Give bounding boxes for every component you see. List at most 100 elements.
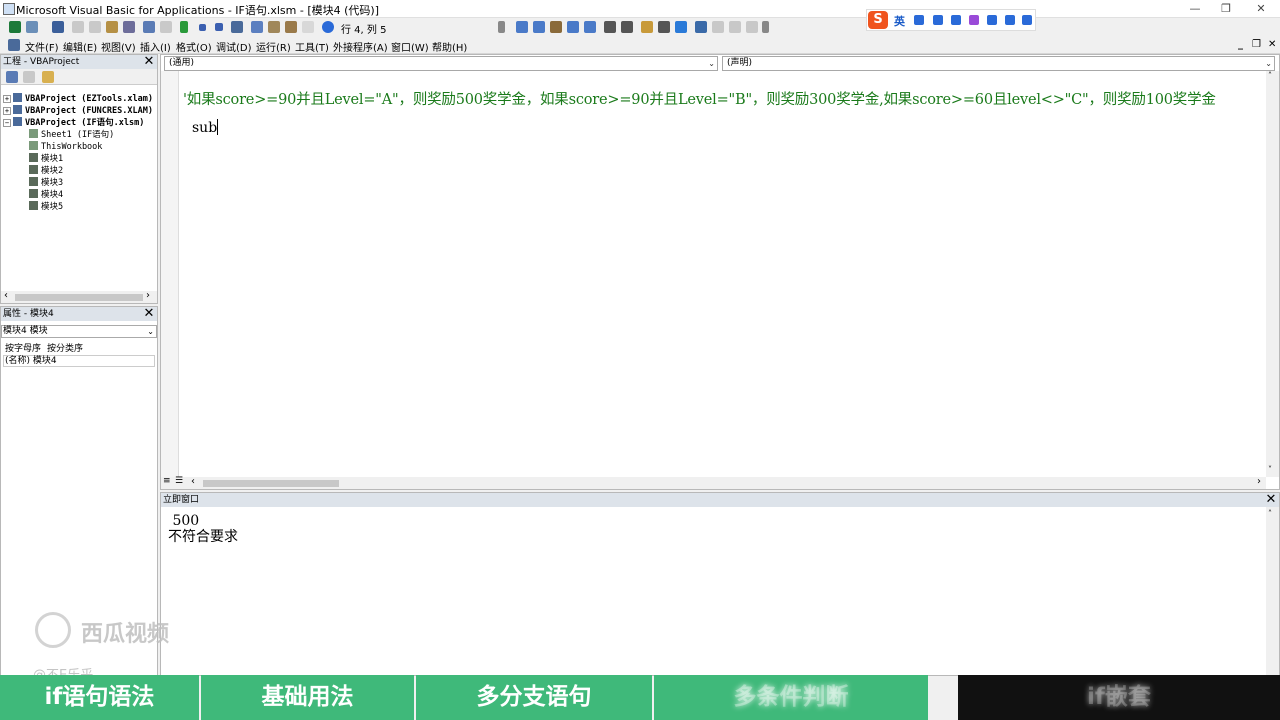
tab-alphabetic[interactable]: 按字母序	[5, 341, 41, 354]
save-icon[interactable]	[52, 21, 64, 33]
scroll-down-icon[interactable]: ˅	[1268, 465, 1272, 474]
skin-icon[interactable]	[969, 15, 979, 25]
tree-item-module4[interactable]: 模块4	[3, 189, 153, 201]
microphone-icon[interactable]	[933, 15, 943, 25]
scroll-right-icon[interactable]: ›	[146, 290, 150, 301]
previous-bookmark-icon[interactable]	[729, 21, 741, 33]
chevron-down-icon[interactable]: ⌄	[1265, 57, 1272, 70]
chevron-down-icon[interactable]: ⌄	[147, 326, 154, 337]
chapter-nested-if[interactable]: if嵌套	[958, 675, 1280, 720]
menu-insert[interactable]: 插入(I)	[140, 39, 171, 54]
procedure-view-icon[interactable]: ≡	[163, 476, 171, 486]
redo-icon[interactable]	[160, 21, 172, 33]
break-icon[interactable]	[199, 24, 206, 31]
expand-icon[interactable]: +	[3, 107, 11, 115]
margin-indicator-bar[interactable]	[161, 71, 179, 477]
scroll-thumb[interactable]	[203, 480, 339, 487]
properties-icon[interactable]	[268, 21, 280, 33]
keyboard-icon[interactable]	[951, 15, 961, 25]
help-icon[interactable]	[322, 21, 334, 33]
object-selector[interactable]: 模块4 模块 ⌄	[1, 325, 157, 338]
toolbar-overflow-icon-2[interactable]	[762, 21, 769, 33]
child-restore-button[interactable]: ❐	[1252, 39, 1261, 50]
scroll-up-icon[interactable]: ˄	[1268, 509, 1272, 518]
toggle-bookmark-icon[interactable]	[695, 21, 707, 33]
child-close-button[interactable]: ✕	[1268, 39, 1276, 50]
menu-window[interactable]: 窗口(W)	[391, 39, 429, 54]
menu-tools[interactable]: 工具(T)	[295, 39, 329, 54]
tree-item-funcres[interactable]: + VBAProject (FUNCRES.XLAM)	[3, 105, 153, 117]
immediate-vscrollbar[interactable]: ˄	[1266, 507, 1279, 675]
menu-run[interactable]: 运行(R)	[256, 39, 291, 54]
object-browser-icon[interactable]	[285, 21, 297, 33]
chapter-multi-condition[interactable]: 多条件判断	[654, 675, 928, 720]
reset-icon[interactable]	[215, 23, 223, 31]
quick-info-icon[interactable]	[550, 21, 562, 33]
code-comment-line[interactable]: '如果score>=90并且Level="A"，则奖励500奖学金，如果scor…	[183, 88, 1216, 109]
view-code-icon[interactable]	[6, 71, 18, 83]
outdent-icon[interactable]	[621, 21, 633, 33]
scroll-right-icon[interactable]: ›	[1257, 476, 1261, 487]
immediate-output[interactable]: 500 不符合要求	[168, 513, 238, 545]
project-tree-hscrollbar[interactable]: ‹ ›	[1, 290, 157, 303]
tree-item-eztools[interactable]: + VBAProject (EZTools.xlam)	[3, 93, 153, 105]
toolbar-overflow-icon[interactable]	[498, 21, 505, 33]
punctuation-icon[interactable]	[914, 15, 924, 25]
expand-icon[interactable]: +	[3, 95, 11, 103]
code-vscrollbar[interactable]: ˄ ˅	[1266, 71, 1279, 477]
menu-view[interactable]: 视图(V)	[101, 39, 136, 54]
code-hscrollbar[interactable]: ≡ ☰ ‹ ›	[161, 476, 1266, 489]
paste-icon[interactable]	[106, 21, 118, 33]
chevron-down-icon[interactable]: ⌄	[708, 57, 715, 70]
menu-format[interactable]: 格式(O)	[176, 39, 212, 54]
tree-item-thisworkbook[interactable]: ThisWorkbook	[3, 141, 153, 153]
collapse-icon[interactable]: −	[3, 119, 11, 127]
full-module-view-icon[interactable]: ☰	[175, 476, 183, 486]
menu-addins[interactable]: 外接程序(A)	[333, 39, 388, 54]
chapter-basic-usage[interactable]: 基础用法	[201, 675, 414, 720]
scroll-up-icon[interactable]: ˄	[1268, 71, 1272, 80]
immediate-close-icon[interactable]: ✕	[1264, 493, 1278, 507]
toggle-folders-icon[interactable]	[42, 71, 54, 83]
find-icon[interactable]	[123, 21, 135, 33]
uncomment-block-icon[interactable]	[675, 21, 687, 33]
toolbox-icon[interactable]	[302, 21, 314, 33]
scroll-left-icon[interactable]: ‹	[191, 476, 195, 487]
undo-icon[interactable]	[143, 21, 155, 33]
toolbox-grid-icon[interactable]	[1005, 15, 1015, 25]
copy-icon[interactable]	[89, 21, 101, 33]
tree-item-module2[interactable]: 模块2	[3, 165, 153, 177]
indent-icon[interactable]	[604, 21, 616, 33]
excel-icon[interactable]	[9, 21, 21, 33]
parameter-info-icon[interactable]	[567, 21, 579, 33]
next-bookmark-icon[interactable]	[712, 21, 724, 33]
chapter-multi-branch[interactable]: 多分支语句	[416, 675, 652, 720]
property-name-row[interactable]: (名称) 模块4	[3, 355, 155, 367]
minimize-button[interactable]: —	[1180, 0, 1210, 18]
properties-close-icon[interactable]: ✕	[142, 307, 156, 321]
object-dropdown[interactable]: (通用) ⌄	[164, 56, 718, 71]
tree-item-module1[interactable]: 模块1	[3, 153, 153, 165]
clear-bookmarks-icon[interactable]	[746, 21, 758, 33]
sogou-logo[interactable]: S	[868, 11, 888, 29]
menu-help[interactable]: 帮助(H)	[432, 39, 467, 54]
list-constants-icon[interactable]	[533, 21, 545, 33]
game-icon[interactable]	[987, 15, 997, 25]
scroll-left-icon[interactable]: ‹	[4, 290, 8, 301]
restore-button[interactable]: ❐	[1211, 0, 1241, 18]
toggle-breakpoint-icon[interactable]	[641, 21, 653, 33]
cut-icon[interactable]	[72, 21, 84, 33]
procedure-dropdown[interactable]: (声明) ⌄	[722, 56, 1275, 71]
tree-item-if-workbook[interactable]: − VBAProject (IF语句.xlsm)	[3, 117, 153, 129]
complete-word-icon[interactable]	[584, 21, 596, 33]
ime-settings-icon[interactable]	[1022, 15, 1032, 25]
tree-item-sheet1[interactable]: Sheet1 (IF语句)	[3, 129, 153, 141]
menu-file[interactable]: 文件(F)	[25, 39, 59, 54]
design-mode-icon[interactable]	[231, 21, 243, 33]
ime-language-toggle[interactable]: 英	[894, 13, 905, 29]
project-explorer-close-icon[interactable]: ✕	[142, 55, 156, 69]
tree-item-module3[interactable]: 模块3	[3, 177, 153, 189]
chapter-if-syntax[interactable]: if语句语法	[0, 675, 199, 720]
child-minimize-button[interactable]: _	[1238, 39, 1243, 50]
view-object-icon[interactable]	[23, 71, 35, 83]
